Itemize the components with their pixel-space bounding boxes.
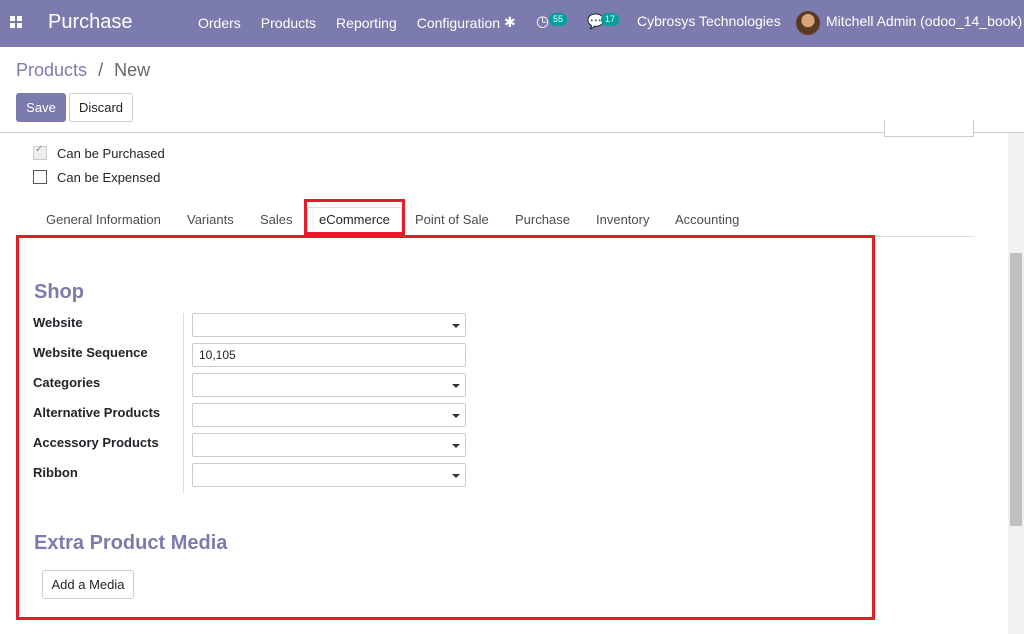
form-tabs: General Information Variants Sales eComm… <box>33 207 975 237</box>
activity-count-badge: 55 <box>549 13 568 26</box>
tab-point-of-sale[interactable]: Point of Sale <box>415 212 489 227</box>
activity-clock-icon[interactable]: ◷ <box>536 12 549 30</box>
breadcrumb-separator: / <box>98 60 104 80</box>
top-navbar: Purchase Orders Products Reporting Confi… <box>0 0 1024 47</box>
can-be-purchased-label: Can be Purchased <box>57 146 165 161</box>
can-be-expensed-checkbox[interactable] <box>33 170 47 184</box>
content-highlight-box <box>16 235 875 620</box>
apps-menu-icon[interactable] <box>10 16 24 30</box>
tab-general-information[interactable]: General Information <box>46 212 161 227</box>
tab-highlight-box <box>304 199 405 235</box>
can-be-purchased-checkbox[interactable] <box>33 144 47 160</box>
save-button[interactable]: Save <box>16 93 66 122</box>
tab-inventory[interactable]: Inventory <box>596 212 649 227</box>
can-be-purchased-option: Can be Purchased <box>33 144 165 161</box>
scrollbar-thumb[interactable] <box>1010 253 1022 526</box>
tab-sales[interactable]: Sales <box>260 212 293 227</box>
discard-button[interactable]: Discard <box>69 93 133 122</box>
form-sheet-edge <box>884 120 974 137</box>
menu-products[interactable]: Products <box>261 15 316 31</box>
tab-purchase[interactable]: Purchase <box>515 212 570 227</box>
debug-bug-icon[interactable]: ✱ <box>504 14 516 31</box>
user-avatar[interactable] <box>796 11 820 35</box>
user-menu[interactable]: Mitchell Admin (odoo_14_book) <box>826 13 1022 29</box>
control-panel-divider <box>0 132 1024 133</box>
menu-configuration[interactable]: Configuration <box>417 15 500 31</box>
breadcrumb: Products / New <box>16 60 150 81</box>
breadcrumb-current: New <box>114 60 151 80</box>
main-menu: Orders Products Reporting Configuration <box>198 15 520 31</box>
company-switcher[interactable]: Cybrosys Technologies <box>637 13 781 29</box>
menu-reporting[interactable]: Reporting <box>336 15 397 31</box>
message-count-badge: 17 <box>601 13 620 26</box>
breadcrumb-parent[interactable]: Products <box>16 60 87 80</box>
tab-accounting[interactable]: Accounting <box>675 212 739 227</box>
can-be-expensed-label: Can be Expensed <box>57 170 161 185</box>
can-be-expensed-option: Can be Expensed <box>33 170 160 185</box>
menu-orders[interactable]: Orders <box>198 15 241 31</box>
app-title[interactable]: Purchase <box>48 11 133 34</box>
tab-variants[interactable]: Variants <box>187 212 234 227</box>
